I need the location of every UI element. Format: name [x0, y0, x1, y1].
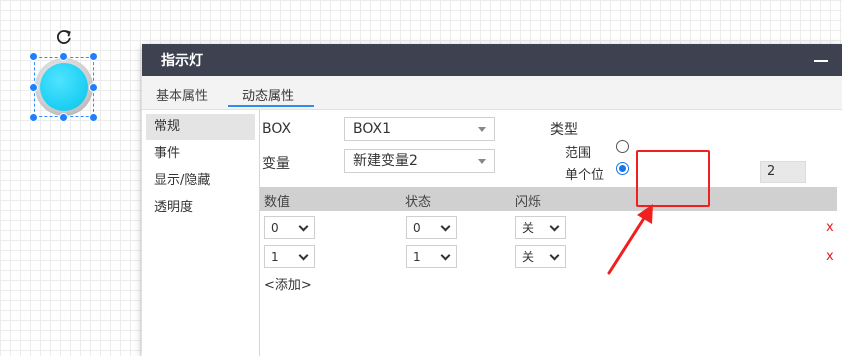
general-settings: BOX BOX1 变量 新建变量2 类型 范围 单个位 2 数值 状态 闪烁 0… [260, 110, 842, 356]
chevron-down-icon [440, 221, 451, 232]
side-nav: 常规 事件 显示/隐藏 透明度 [142, 110, 260, 356]
variable-label: 变量 [262, 156, 290, 172]
row-blink-select[interactable]: 关 [515, 245, 566, 268]
side-nav-item-opacity[interactable]: 透明度 [146, 195, 255, 221]
annotation-highlight-box [636, 150, 710, 207]
dialog-title: 指示灯 [161, 53, 203, 69]
delete-row-button[interactable]: x [826, 249, 834, 264]
delete-row-button[interactable]: x [826, 220, 834, 235]
add-row-link[interactable]: <添加> [264, 274, 312, 293]
bit-index-input[interactable]: 2 [760, 161, 806, 183]
resize-handle-bottom[interactable] [59, 113, 68, 122]
row-value-select[interactable]: 1 [264, 245, 315, 268]
selection-box [34, 57, 94, 117]
chevron-down-icon [478, 127, 486, 132]
tab-bar: 基本属性 动态属性 [142, 76, 842, 110]
annotation-arrow-icon [607, 204, 653, 275]
type-label: 类型 [550, 122, 578, 138]
row-state-text: 1 [413, 250, 421, 264]
resize-handle-top[interactable] [59, 52, 68, 61]
active-tab-indicator [228, 105, 314, 107]
column-state-header: 状态 [405, 195, 432, 210]
side-nav-item-events[interactable]: 事件 [146, 141, 255, 167]
box-label: BOX [262, 121, 292, 137]
box-select-value: BOX1 [353, 121, 391, 137]
chevron-down-icon [440, 250, 451, 261]
variable-select-value: 新建变量2 [353, 153, 418, 169]
row-value-text: 1 [271, 250, 279, 264]
table-header: 数值 状态 闪烁 [260, 187, 837, 211]
row-blink-text: 关 [522, 221, 535, 235]
resize-handle-top-left[interactable] [29, 52, 38, 61]
variable-select[interactable]: 新建变量2 [344, 149, 495, 173]
tab-panel: 常规 事件 显示/隐藏 透明度 BOX BOX1 变量 新建变量2 类型 范围 … [142, 110, 842, 356]
side-nav-item-show-hide[interactable]: 显示/隐藏 [146, 168, 255, 194]
single-bit-radio[interactable] [616, 162, 629, 175]
chevron-down-icon [298, 250, 309, 261]
resize-handle-left[interactable] [29, 83, 38, 92]
row-state-select[interactable]: 1 [406, 245, 457, 268]
row-state-select[interactable]: 0 [406, 216, 457, 239]
box-select[interactable]: BOX1 [344, 117, 495, 141]
resize-handle-right[interactable] [89, 83, 98, 92]
tab-dynamic-properties[interactable]: 动态属性 [242, 85, 294, 104]
row-value-select[interactable]: 0 [264, 216, 315, 239]
single-bit-label: 单个位 [565, 168, 605, 183]
chevron-down-icon [549, 250, 560, 261]
chevron-down-icon [549, 221, 560, 232]
row-value-text: 0 [271, 221, 279, 235]
chevron-down-icon [298, 221, 309, 232]
column-value-header: 数值 [264, 195, 291, 210]
row-state-text: 0 [413, 221, 421, 235]
side-nav-item-general[interactable]: 常规 [146, 114, 255, 140]
tab-basic-properties[interactable]: 基本属性 [156, 85, 208, 104]
dialog-title-bar[interactable]: 指示灯 [142, 44, 842, 76]
column-blink-header: 闪烁 [515, 195, 542, 210]
resize-handle-bottom-right[interactable] [89, 113, 98, 122]
property-dialog: 指示灯 基本属性 动态属性 常规 事件 显示/隐藏 透明度 BOX BOX1 变… [142, 44, 842, 356]
resize-handle-top-right[interactable] [89, 52, 98, 61]
rotate-icon[interactable] [55, 28, 73, 46]
range-label: 范围 [565, 146, 592, 161]
minimize-icon[interactable] [814, 53, 828, 67]
chevron-down-icon [478, 159, 486, 164]
row-blink-select[interactable]: 关 [515, 216, 566, 239]
row-blink-text: 关 [522, 250, 535, 264]
resize-handle-bottom-left[interactable] [29, 113, 38, 122]
range-radio[interactable] [616, 140, 629, 153]
